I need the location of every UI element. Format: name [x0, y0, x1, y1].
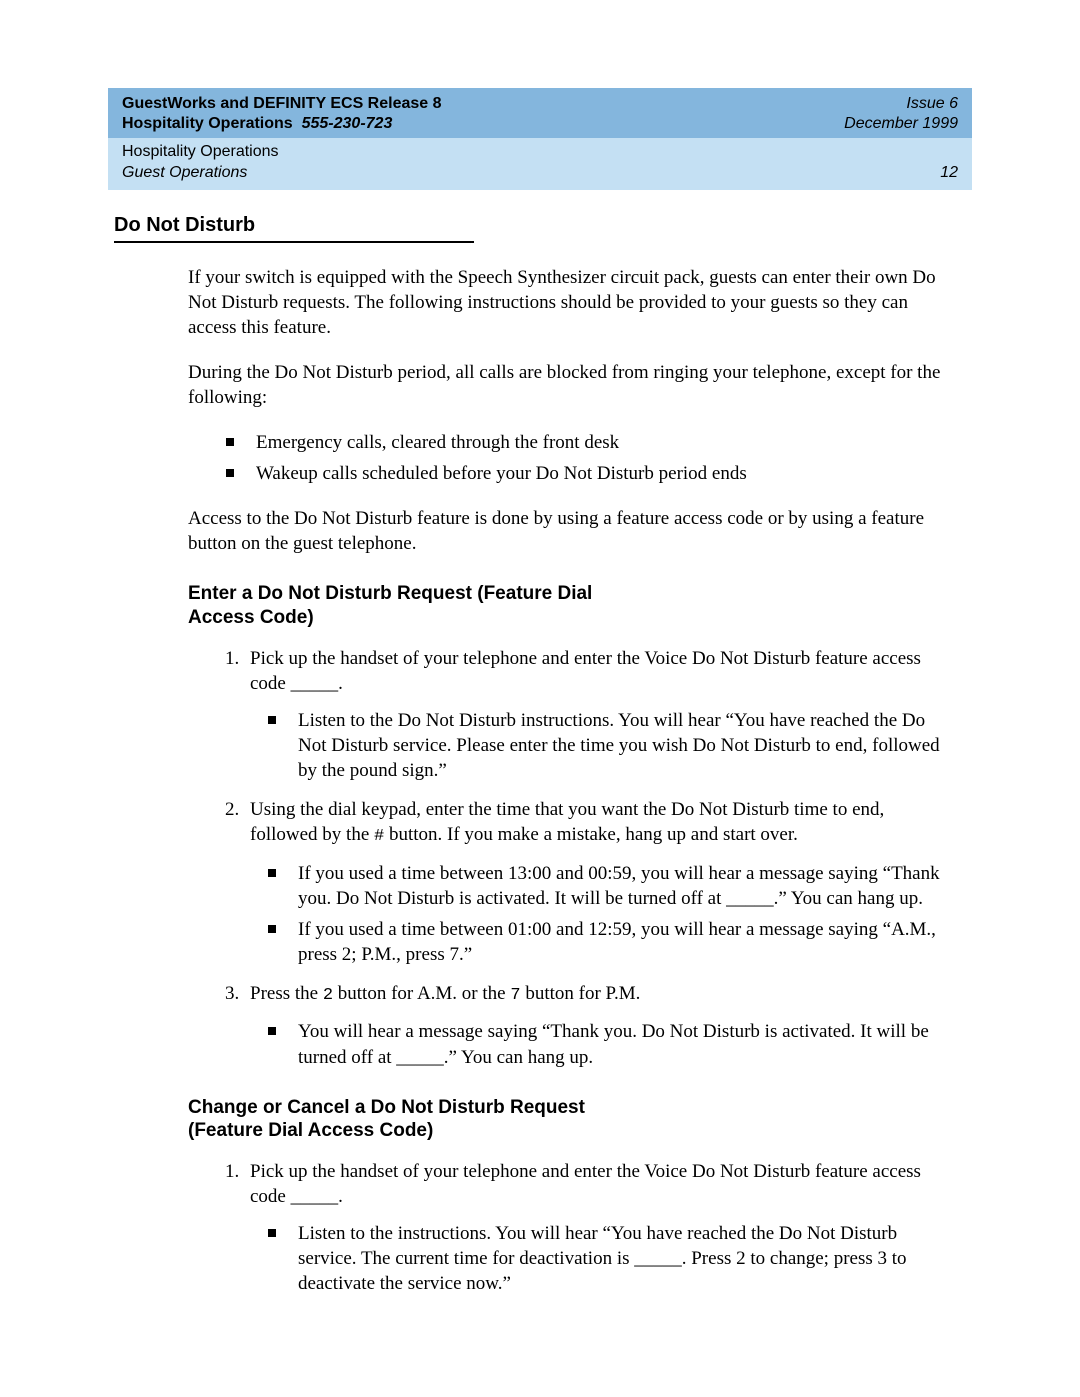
list-item: If you used a time between 01:00 and 12:… [268, 917, 942, 967]
list-item: Emergency calls, cleared through the fro… [226, 430, 942, 455]
issue-label: Issue 6 [844, 94, 958, 114]
change-cancel-steps: Pick up the handset of your telephone an… [216, 1159, 942, 1296]
chapter-label: Hospitality Operations [122, 142, 279, 163]
heading-change-cancel: Change or Cancel a Do Not Disturb Reques… [188, 1096, 608, 1144]
heading-do-not-disturb: Do Not Disturb [114, 214, 474, 243]
page-number: 12 [940, 163, 958, 184]
heading-enter-request: Enter a Do Not Disturb Request (Feature … [188, 582, 608, 630]
step-1: Pick up the handset of your telephone an… [244, 646, 942, 783]
key-2: 2 [323, 986, 333, 1005]
list-item: Listen to the Do Not Disturb instruction… [268, 708, 942, 783]
access-paragraph: Access to the Do Not Disturb feature is … [188, 506, 942, 556]
header-bar-primary: GuestWorks and DEFINITY ECS Release 8 Ho… [108, 88, 972, 138]
section-label: Guest Operations [122, 163, 279, 184]
issue-date: December 1999 [844, 114, 958, 134]
header-bar-secondary: Hospitality Operations Guest Operations … [108, 138, 972, 190]
key-7: 7 [510, 986, 520, 1005]
exceptions-intro: During the Do Not Disturb period, all ca… [188, 360, 942, 410]
list-item: Wakeup calls scheduled before your Do No… [226, 461, 942, 486]
doc-title: GuestWorks and DEFINITY ECS Release 8 [122, 94, 442, 114]
doc-subtitle: Hospitality Operations 555-230-723 [122, 114, 442, 134]
step-3: Press the 2 button for A.M. or the 7 but… [244, 981, 942, 1070]
list-item: You will hear a message saying “Thank yo… [268, 1019, 942, 1069]
pound-key: # [374, 827, 384, 846]
intro-paragraph: If your switch is equipped with the Spee… [188, 265, 942, 340]
list-item: Listen to the instructions. You will hea… [268, 1221, 942, 1296]
page: GuestWorks and DEFINITY ECS Release 8 Ho… [0, 0, 1080, 1397]
list-item: If you used a time between 13:00 and 00:… [268, 861, 942, 911]
enter-request-steps: Pick up the handset of your telephone an… [216, 646, 942, 1070]
content: Do Not Disturb If your switch is equippe… [108, 190, 972, 1297]
step-1: Pick up the handset of your telephone an… [244, 1159, 942, 1296]
step-2: Using the dial keypad, enter the time th… [244, 797, 942, 967]
exceptions-list: Emergency calls, cleared through the fro… [226, 430, 942, 486]
